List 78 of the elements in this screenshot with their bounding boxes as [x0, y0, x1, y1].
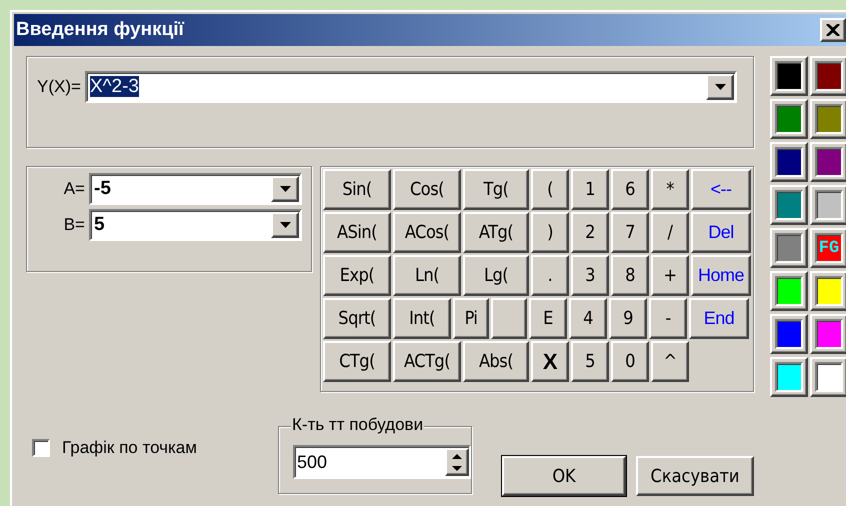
keypad-key[interactable]: X: [531, 341, 569, 382]
keypad-key[interactable]: 4: [569, 298, 607, 339]
keypad-key[interactable]: Lg(: [463, 255, 529, 296]
color-swatch-button[interactable]: [770, 185, 808, 225]
keypad-key[interactable]: 8: [611, 255, 649, 296]
function-combo[interactable]: X^2-3: [84, 71, 737, 103]
dropdown-button[interactable]: [706, 74, 734, 100]
color-swatch-button[interactable]: [810, 357, 846, 397]
keypad-key[interactable]: /: [651, 212, 689, 253]
range-combo[interactable]: 5: [89, 209, 302, 241]
color-swatch-button[interactable]: [810, 185, 846, 225]
keypad-key[interactable]: *: [651, 169, 689, 210]
color-swatch-button[interactable]: [770, 142, 808, 182]
caret-icon: [714, 84, 726, 90]
keypad-key[interactable]: Ln(: [393, 255, 461, 296]
color-swatch-button[interactable]: [770, 357, 808, 397]
keypad-key[interactable]: Home: [691, 255, 751, 296]
keypad-key[interactable]: 2: [571, 212, 609, 253]
color-swatch-button[interactable]: [770, 228, 808, 268]
spin-arrows-icon[interactable]: [445, 448, 469, 476]
keypad-key[interactable]: ): [531, 212, 569, 253]
keypad-key[interactable]: Cos(: [393, 169, 461, 210]
window-title: Введення функції: [16, 19, 184, 41]
keypad-key[interactable]: Pi: [453, 298, 489, 339]
keypad-key[interactable]: 1: [571, 169, 609, 210]
dialog-button[interactable]: OK: [502, 456, 626, 496]
keypad-key[interactable]: CTg(: [323, 341, 391, 382]
keypad-key[interactable]: -: [649, 298, 687, 339]
range-combo[interactable]: -5: [89, 173, 302, 205]
keypad-key[interactable]: 5: [571, 341, 609, 382]
keypad-key[interactable]: Int(: [393, 298, 451, 339]
keypad-key[interactable]: 0: [611, 341, 649, 382]
range-label: B=: [62, 214, 85, 236]
dropdown-button[interactable]: [271, 212, 299, 238]
blank-key[interactable]: [491, 298, 527, 339]
checkbox-label: Графік по точкам: [62, 438, 197, 458]
close-button[interactable]: [820, 18, 846, 42]
keypad-key[interactable]: End: [689, 298, 749, 339]
keypad-key[interactable]: ATg(: [463, 212, 529, 253]
keypad-key[interactable]: 3: [571, 255, 609, 296]
function-label: Y(X)=: [37, 76, 81, 98]
color-swatch-button[interactable]: [810, 142, 846, 182]
color-swatch-button[interactable]: [810, 314, 846, 354]
color-swatch-button[interactable]: [770, 314, 808, 354]
caret-icon: [280, 222, 290, 228]
keypad-key[interactable]: ^: [651, 341, 689, 382]
keypad-key[interactable]: E: [529, 298, 567, 339]
close-icon: [826, 24, 840, 36]
group-title: К-ть тт побудови: [291, 415, 424, 435]
keypad-key[interactable]: Del: [691, 212, 751, 253]
color-swatch-button[interactable]: [810, 99, 846, 139]
dropdown-button[interactable]: [271, 176, 299, 202]
keypad-key[interactable]: 9: [609, 298, 647, 339]
foreground-swatch: FG: [815, 233, 843, 263]
keypad-key[interactable]: 6: [611, 169, 649, 210]
keypad-key[interactable]: +: [651, 255, 689, 296]
keypad-key[interactable]: 7: [611, 212, 649, 253]
keypad-key[interactable]: .: [531, 255, 569, 296]
color-swatch-button[interactable]: [770, 99, 808, 139]
keypad-key[interactable]: ACos(: [393, 212, 461, 253]
keypad-key[interactable]: Sqrt(: [323, 298, 391, 339]
keypad-key[interactable]: (: [531, 169, 569, 210]
color-swatch-button[interactable]: [810, 271, 846, 311]
points-spin-field[interactable]: 500: [293, 445, 471, 479]
range-label: A=: [62, 178, 85, 200]
keypad-key[interactable]: Sin(: [323, 169, 391, 210]
dialog-button[interactable]: Скасувати: [636, 456, 754, 496]
keypad-key[interactable]: ACTg(: [393, 341, 461, 382]
keypad-key[interactable]: Exp(: [323, 255, 391, 296]
keypad-key[interactable]: <--: [691, 169, 751, 210]
keypad-key[interactable]: ASin(: [323, 212, 391, 253]
color-swatch-button[interactable]: [810, 56, 846, 96]
caret-icon: [280, 186, 290, 192]
checkbox[interactable]: [32, 439, 50, 457]
color-swatch-button[interactable]: [770, 56, 808, 96]
keypad-key[interactable]: Abs(: [463, 341, 529, 382]
keypad-key[interactable]: Tg(: [463, 169, 529, 210]
color-swatch-button[interactable]: [770, 271, 808, 311]
